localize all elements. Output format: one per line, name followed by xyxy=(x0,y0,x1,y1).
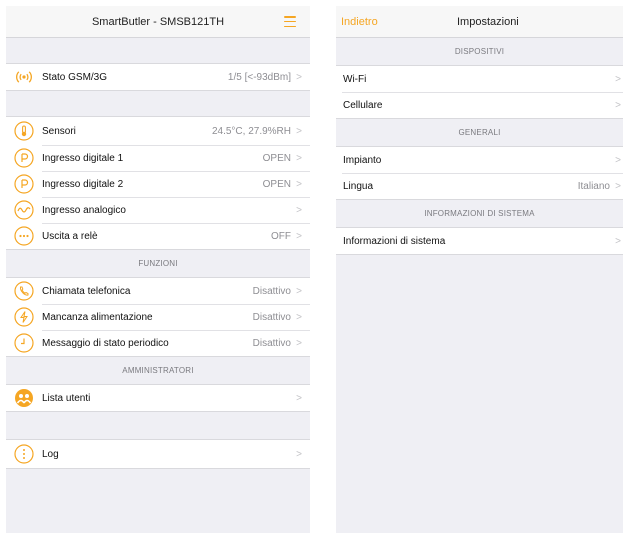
sysinfo-group: Informazioni di sistema > xyxy=(336,227,623,255)
chevron-right-icon: > xyxy=(296,285,302,297)
row-language[interactable]: Lingua Italiano > xyxy=(336,173,623,199)
thermometer-icon xyxy=(14,121,34,141)
gsm-status-value: 1/5 [<-93dBm] xyxy=(227,71,291,83)
digital-input-icon xyxy=(14,148,34,168)
section-header-admins: AMMINISTRATORI xyxy=(122,366,194,375)
row-user-list[interactable]: Lista utenti > xyxy=(6,385,310,411)
settings-title: Impostazioni xyxy=(457,16,519,28)
chevron-right-icon: > xyxy=(296,311,302,323)
row-system[interactable]: Impianto > xyxy=(336,147,623,173)
lightning-icon xyxy=(14,307,34,327)
chevron-right-icon: > xyxy=(296,230,302,242)
section-header-functions: FUNZIONI xyxy=(138,259,178,268)
section-header-devices: DISPOSITIVI xyxy=(454,47,505,56)
users-icon xyxy=(14,388,34,408)
functions-group: Chiamata telefonica Disattivo > Mancanza… xyxy=(6,277,310,357)
gsm-status-label: Stato GSM/3G xyxy=(42,71,108,83)
log-icon xyxy=(14,444,34,464)
row-sensors[interactable]: Sensori 24.5°C, 27.9%RH > xyxy=(6,117,310,145)
chevron-right-icon: > xyxy=(296,448,302,460)
page-title: SmartButler - SMSB121TH xyxy=(91,15,225,28)
settings-navbar: Indietro Impostazioni xyxy=(336,6,623,38)
chevron-right-icon: > xyxy=(296,392,302,404)
row-relay-output[interactable]: Uscita a relè OFF > xyxy=(6,223,310,249)
gsm-status-row[interactable]: Stato GSM/3G 1/5 [<-93dBm] > xyxy=(6,64,310,90)
chevron-right-icon: > xyxy=(615,180,621,192)
row-periodic-status[interactable]: Messaggio di stato periodico Disattivo > xyxy=(6,330,310,356)
devices-group: Wi-Fi > Cellulare > xyxy=(336,65,623,119)
row-wifi[interactable]: Wi-Fi > xyxy=(336,66,623,92)
general-group: Impianto > Lingua Italiano > xyxy=(336,146,623,200)
chevron-right-icon: > xyxy=(296,71,302,83)
settings-screen: Indietro Impostazioni DISPOSITIVI Wi-Fi … xyxy=(336,6,623,533)
chevron-right-icon: > xyxy=(296,204,302,216)
chevron-right-icon: > xyxy=(615,235,621,247)
row-phone-call[interactable]: Chiamata telefonica Disattivo > xyxy=(6,278,310,304)
chevron-right-icon: > xyxy=(615,73,621,85)
row-log[interactable]: Log > xyxy=(6,440,310,468)
row-cellular[interactable]: Cellulare > xyxy=(336,92,623,118)
back-button[interactable]: Indietro xyxy=(341,6,378,38)
relay-icon xyxy=(14,226,34,246)
clock-icon xyxy=(14,333,34,353)
chevron-right-icon: > xyxy=(615,99,621,111)
chevron-right-icon: > xyxy=(615,154,621,166)
wave-icon xyxy=(14,200,34,220)
section-header-sysinfo: INFORMAZIONI DI SISTEMA xyxy=(424,209,535,218)
row-analog-input[interactable]: Ingresso analogico > xyxy=(6,197,310,223)
digital-input-icon xyxy=(14,174,34,194)
chevron-right-icon: > xyxy=(296,337,302,349)
chevron-right-icon: > xyxy=(296,178,302,190)
gsm-group: Stato GSM/3G 1/5 [<-93dBm] > xyxy=(6,63,310,91)
row-digital-input-1[interactable]: Ingresso digitale 1 OPEN > xyxy=(6,145,310,171)
io-group: Sensori 24.5°C, 27.9%RH > Ingresso digit… xyxy=(6,116,310,250)
main-screen: SmartButler - SMSB121TH Stato GSM/3G 1/5… xyxy=(6,6,310,533)
section-header-general: GENERALI xyxy=(458,128,501,137)
signal-icon xyxy=(14,67,34,87)
row-power-failure[interactable]: Mancanza alimentazione Disattivo > xyxy=(6,304,310,330)
phone-icon xyxy=(14,281,34,301)
row-digital-input-2[interactable]: Ingresso digitale 2 OPEN > xyxy=(6,171,310,197)
log-group: Log > xyxy=(6,439,310,469)
language-value: Italiano xyxy=(577,180,610,192)
menu-icon[interactable] xyxy=(284,16,296,27)
chevron-right-icon: > xyxy=(296,125,302,137)
admins-group: Lista utenti > xyxy=(6,384,310,412)
row-system-info[interactable]: Informazioni di sistema > xyxy=(336,228,623,254)
chevron-right-icon: > xyxy=(296,152,302,164)
main-navbar: SmartButler - SMSB121TH xyxy=(6,6,310,38)
